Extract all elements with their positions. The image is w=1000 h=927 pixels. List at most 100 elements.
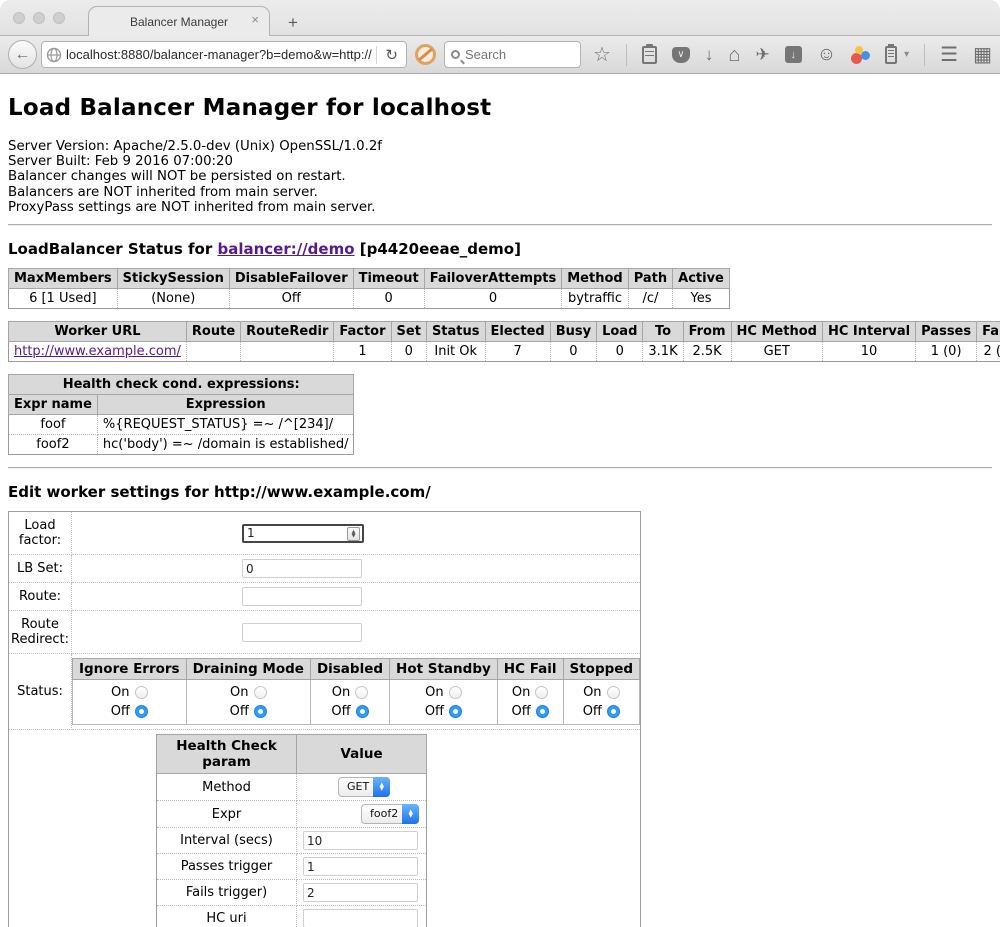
col-disabled: Disabled	[310, 659, 389, 680]
minimize-window-button[interactable]	[33, 12, 45, 24]
menu-hamburger-icon[interactable]: ☰	[940, 45, 958, 65]
divider-2	[8, 467, 992, 469]
status-header-row: Ignore Errors Draining Mode Disabled Hot…	[73, 659, 640, 680]
hc-params-row: Health Check param Value Method GET▲▼ Ex…	[9, 730, 641, 927]
worker-header-row: Worker URL Route RouteRedir Factor Set S…	[9, 322, 1000, 342]
spin-down-icon[interactable]: ▼	[352, 534, 356, 538]
route-redirect-input[interactable]	[242, 623, 362, 642]
hc-expr-header-row: Expr name Expression	[9, 395, 354, 415]
save-box-icon[interactable]: ↓	[785, 46, 802, 63]
cell-hc-method: GET	[731, 342, 822, 362]
expr-select[interactable]: foof2▲▼	[361, 804, 419, 824]
back-button[interactable]: ←	[8, 40, 37, 69]
browser-tab[interactable]: Balancer Manager ×	[88, 6, 270, 36]
route-label: Route:	[9, 583, 72, 611]
server-info: Server Version: Apache/2.5.0-dev (Unix) …	[8, 139, 992, 215]
hc-interval-input[interactable]	[303, 831, 418, 850]
col-maxmembers: MaxMembers	[9, 269, 118, 289]
hc-fail-on-radio[interactable]	[535, 686, 548, 699]
hc-expr-row-foof: foof %{REQUEST_STATUS} =~ /^[234]/	[9, 415, 354, 435]
off-label: Off	[230, 702, 249, 721]
ignore-errors-off-radio[interactable]	[135, 705, 148, 718]
ignore-errors-on-radio[interactable]	[135, 686, 148, 699]
number-spinner-icon[interactable]: ▲▼	[347, 527, 360, 541]
reading-list-icon[interactable]	[642, 46, 657, 64]
route-redirect-label: Route Redirect:	[9, 611, 72, 654]
cell-fails: 2 (0)	[977, 342, 1000, 362]
url-input[interactable]	[66, 47, 372, 62]
persist-note: Balancer changes will NOT be persisted o…	[8, 169, 992, 184]
load-factor-input[interactable]	[242, 524, 364, 543]
col-active: Active	[673, 269, 730, 289]
cell-load: 0	[597, 342, 643, 362]
hot-standby-on-radio[interactable]	[449, 686, 462, 699]
bookmark-star-icon[interactable]: ☆	[593, 45, 611, 65]
cell-maxmembers: 6 [1 Used]	[9, 289, 118, 309]
cell-elected: 7	[485, 342, 550, 362]
off-label: Off	[111, 702, 130, 721]
hc-fails-input[interactable]	[303, 883, 418, 902]
hc-fails-label: Fails trigger)	[157, 880, 297, 906]
globe-icon	[46, 47, 62, 63]
hc-expr-row-foof2: foof2 hc('body') =~ /domain is establish…	[9, 435, 354, 455]
method-select[interactable]: GET▲▼	[338, 777, 390, 797]
cell-path: /c/	[628, 289, 672, 309]
hc-uri-label: HC uri	[157, 906, 297, 927]
col-path: Path	[628, 269, 672, 289]
hot-standby-off-radio[interactable]	[449, 705, 462, 718]
col-method: Method	[562, 269, 628, 289]
hc-expr-label: Expr	[157, 801, 297, 828]
draining-mode-off-radio[interactable]	[254, 705, 267, 718]
new-tab-button[interactable]: +	[288, 14, 298, 31]
search-bar[interactable]	[444, 41, 581, 68]
downloads-icon[interactable]: ↓	[705, 46, 714, 63]
server-built: Server Built: Feb 9 2016 07:00:20	[8, 154, 992, 169]
balancer-data-row: 6 [1 Used] (None) Off 0 0 bytraffic /c/ …	[9, 289, 730, 309]
lb-set-input[interactable]	[242, 559, 362, 578]
col-from: From	[683, 322, 731, 342]
hc-fail-off-radio[interactable]	[536, 705, 549, 718]
page-title: Load Balancer Manager for localhost	[8, 95, 992, 121]
cell-set: 0	[391, 342, 426, 362]
device-battery-icon[interactable]	[885, 46, 897, 64]
hc-params-table: Health Check param Value Method GET▲▼ Ex…	[156, 734, 427, 927]
expr-value-foof: %{REQUEST_STATUS} =~ /^[234]/	[97, 415, 354, 435]
zoom-window-button[interactable]	[53, 12, 65, 24]
stopped-on-radio[interactable]	[607, 686, 620, 699]
off-label: Off	[512, 702, 531, 721]
balancer-demo-link[interactable]: balancer://demo	[217, 240, 354, 258]
home-icon[interactable]: ⌂	[728, 45, 740, 65]
search-input[interactable]	[465, 47, 574, 62]
colored-dots-extension-icon[interactable]	[851, 46, 870, 64]
edit-worker-form: Load factor: ▲▼ LB Set: Route: Route Red…	[8, 511, 641, 927]
feedback-smiley-icon[interactable]: ☺	[817, 45, 836, 64]
on-label: On	[583, 683, 601, 702]
server-version: Server Version: Apache/2.5.0-dev (Unix) …	[8, 139, 992, 154]
hc-passes-label: Passes trigger	[157, 854, 297, 880]
reload-icon[interactable]: ↻	[381, 46, 402, 64]
route-input[interactable]	[242, 587, 362, 606]
chevron-down-icon[interactable]: ▾	[904, 49, 909, 60]
disabled-cell: On Off	[310, 680, 389, 725]
adblocker-icon[interactable]	[415, 44, 436, 65]
disabled-off-radio[interactable]	[356, 705, 369, 718]
hc-uri-input[interactable]	[303, 909, 418, 927]
hc-passes-input[interactable]	[303, 857, 418, 876]
hc-expr-row: Expr foof2▲▼	[157, 801, 427, 828]
route-row: Route:	[9, 583, 641, 611]
load-factor-label: Load factor:	[9, 512, 72, 555]
send-plane-icon[interactable]: ✈	[755, 46, 769, 63]
pocket-icon[interactable]: ∨	[672, 47, 690, 63]
grid-extension-icon[interactable]: ▦	[973, 45, 992, 65]
col-failoverattempts: FailoverAttempts	[424, 269, 562, 289]
balancer-heading-prefix: LoadBalancer Status for	[8, 240, 217, 258]
draining-mode-on-radio[interactable]	[254, 686, 267, 699]
url-bar[interactable]: ↻	[41, 41, 407, 68]
tab-close-icon[interactable]: ×	[251, 13, 259, 26]
stopped-off-radio[interactable]	[607, 705, 620, 718]
worker-url-link[interactable]: http://www.example.com/	[14, 344, 181, 359]
close-window-button[interactable]	[13, 12, 25, 24]
edit-worker-heading: Edit worker settings for http://www.exam…	[8, 483, 992, 501]
hc-expr-title-row: Health check cond. expressions:	[9, 375, 354, 395]
disabled-on-radio[interactable]	[355, 686, 368, 699]
